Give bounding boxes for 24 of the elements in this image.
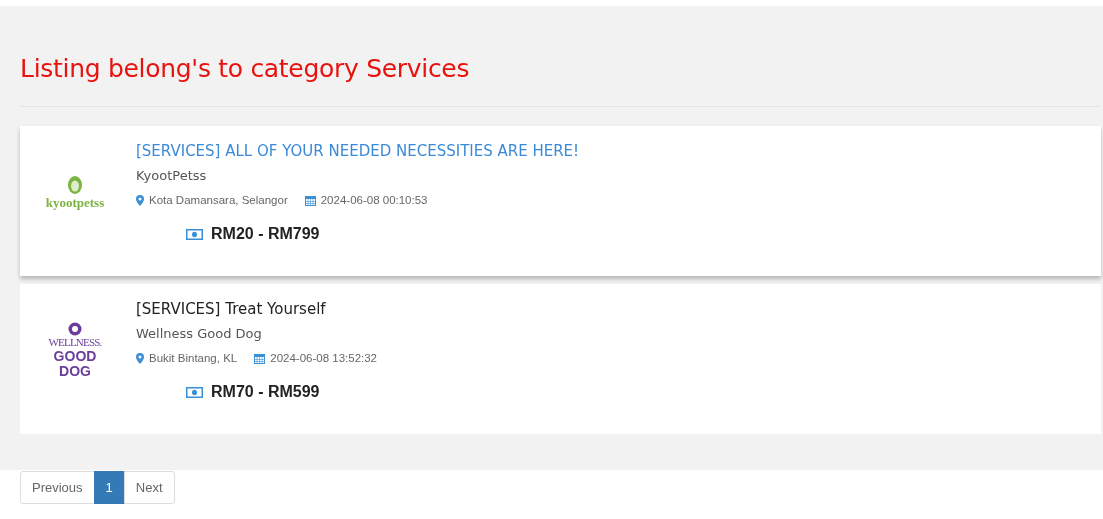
listing-date: 2024-06-08 13:52:32 <box>270 352 378 364</box>
listing-location: Bukit Bintang, KL <box>149 352 238 364</box>
page-button[interactable]: 1 <box>93 471 125 504</box>
calendar-icon <box>304 194 316 206</box>
calendar-icon <box>254 352 266 364</box>
page-button[interactable]: Previous <box>20 471 95 504</box>
page-button[interactable]: Next <box>123 471 175 504</box>
seller-name: Wellness Good Dog <box>136 326 263 341</box>
listing-title[interactable]: [SERVICES] ALL OF YOUR NEEDED NECESSITIES ARE HERE! <box>136 142 580 160</box>
listing-card[interactable]: WELLNESS. GOOD DOG [SERVICES] Treat Yourself Wellness Good Dog Bukit Bintang, KL 2024-06-08 13:52:32 RM70 - RM599 <box>20 284 1101 434</box>
logo-drawing: WELLNESS. GOOD DOG <box>34 322 116 378</box>
price-range: RM70 - RM599 <box>211 383 320 401</box>
price-range: RM20 - RM799 <box>211 225 320 243</box>
location-pin-icon <box>136 352 144 364</box>
listing-title[interactable]: [SERVICES] Treat Yourself <box>136 300 378 318</box>
listing-card[interactable]: kyootpetss [SERVICES] ALL OF YOUR NEEDED NECESSITIES ARE HERE! KyootPetss Kota Damansara, Selangor 2024-06-08 00:10:53 RM20 - RM799 <box>20 126 1101 276</box>
seller-name: KyootPetss <box>136 168 208 183</box>
money-icon <box>186 228 203 240</box>
location-pin-icon <box>136 194 144 206</box>
listing-location: Kota Damansara, Selangor <box>149 194 288 206</box>
logo-drawing: kyootpetss <box>34 164 116 220</box>
money-icon <box>186 386 203 398</box>
page-heading: Listing belong's to category Services <box>20 54 471 83</box>
listing-date: 2024-06-08 00:10:53 <box>320 194 428 206</box>
